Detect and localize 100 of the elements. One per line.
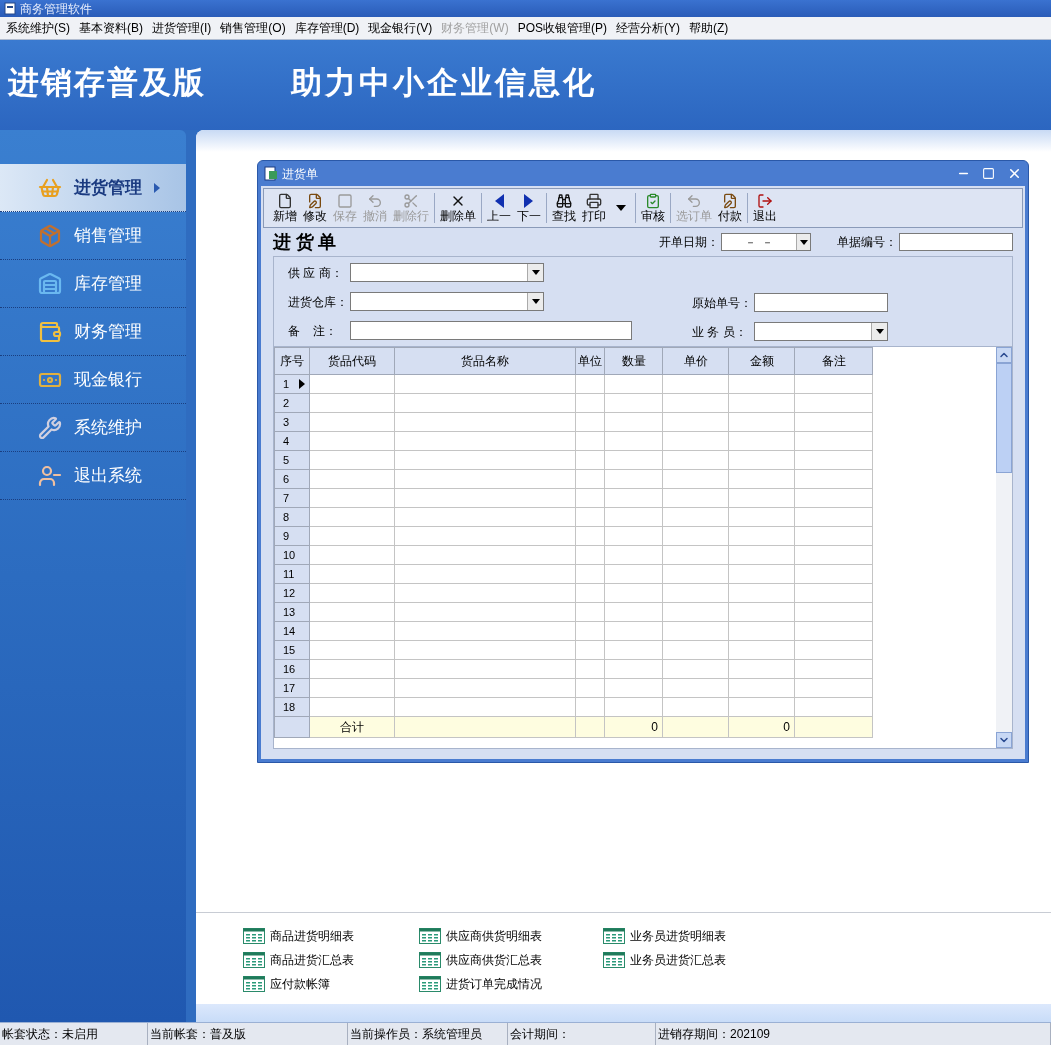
report-link[interactable]: 商品进货汇总表 xyxy=(243,951,419,969)
slogan: 助力中小企业信息化 xyxy=(291,63,597,102)
right-triangle-icon xyxy=(523,193,535,209)
menu-item[interactable]: 销售管理(O) xyxy=(220,19,286,37)
caret-icon xyxy=(875,329,884,334)
window-title: 商务管理软件 xyxy=(20,0,92,18)
current-row-icon xyxy=(299,379,305,389)
save-square-icon xyxy=(337,193,353,209)
sidebar-item[interactable]: 库存管理 xyxy=(0,260,186,308)
report-link[interactable]: 进货订单完成情况 xyxy=(419,975,603,993)
menu-item[interactable]: 系统维护(S) xyxy=(6,19,70,37)
input-field[interactable] xyxy=(754,293,888,312)
report-link[interactable]: 业务员进货明细表 xyxy=(603,927,787,945)
document-icon xyxy=(277,193,293,209)
user-minus-icon xyxy=(38,463,62,488)
field-label: 开单日期： xyxy=(659,234,719,251)
toolbar-button[interactable]: 付款 xyxy=(716,193,744,223)
field-label: 单据编号： xyxy=(837,234,897,251)
toolbar-button[interactable]: 打印 xyxy=(580,193,608,223)
total-quantity: 0 xyxy=(604,716,663,738)
left-triangle-icon xyxy=(493,193,505,209)
undo-icon xyxy=(686,193,702,209)
scissors-icon xyxy=(403,193,419,209)
exit-door-icon xyxy=(757,193,773,209)
sidebar-item[interactable]: 财务管理 xyxy=(0,308,186,356)
column-header: 货品名称 xyxy=(394,347,576,375)
binoculars-icon xyxy=(556,193,572,209)
date-field[interactable]: － － xyxy=(721,233,811,251)
report-link[interactable]: 供应商供货汇总表 xyxy=(419,951,603,969)
field-label: 备 注： xyxy=(288,322,339,340)
field-label: 原始单号： xyxy=(692,294,753,312)
printer-icon xyxy=(586,193,602,209)
field-label: 业 务 员： xyxy=(692,323,748,341)
undo-icon xyxy=(367,193,383,209)
product-name: 进销存普及版 xyxy=(8,63,207,102)
table-icon xyxy=(603,952,625,968)
wallet-icon xyxy=(38,319,62,344)
column-header: 序号 xyxy=(274,347,310,375)
window-title: 进货单 xyxy=(282,165,319,183)
dropdown-field[interactable] xyxy=(350,292,544,311)
sidebar-item[interactable]: 系统维护 xyxy=(0,404,186,452)
toolbar-button[interactable]: 下一 xyxy=(515,193,543,223)
status-text: 会计期间： xyxy=(508,1023,656,1045)
column-header: 单价 xyxy=(662,347,729,375)
status-text: 进销存期间：202109 xyxy=(656,1023,1051,1045)
field-label: 进货仓库： xyxy=(288,293,349,311)
table-icon xyxy=(243,952,265,968)
toolbar-button[interactable]: 修改 xyxy=(301,193,329,223)
caret-icon xyxy=(531,299,540,304)
sidebar-item[interactable]: 现金银行 xyxy=(0,356,186,404)
sidebar-item[interactable]: 退出系统 xyxy=(0,452,186,500)
menu-item[interactable]: 库存管理(D) xyxy=(294,19,360,37)
report-link[interactable]: 应付款帐簿 xyxy=(243,975,419,993)
total-label: 合计 xyxy=(309,716,395,738)
toolbar-button[interactable]: 退出 xyxy=(751,193,779,223)
table-icon xyxy=(419,952,441,968)
field-label: 供 应 商： xyxy=(288,264,344,282)
table-icon xyxy=(243,976,265,992)
toolbar-button[interactable]: 审核 xyxy=(639,193,667,223)
input-field[interactable] xyxy=(350,321,632,340)
toolbar-button[interactable]: 新增 xyxy=(271,193,299,223)
status-text: 当前操作员：系统管理员 xyxy=(348,1023,508,1045)
column-header: 备注 xyxy=(794,347,873,375)
check-list-icon xyxy=(645,193,661,209)
scrollbar[interactable] xyxy=(996,347,1012,748)
toolbar-button[interactable]: 查找 xyxy=(550,193,578,223)
menu-item[interactable]: 现金银行(V) xyxy=(368,19,433,37)
form-title: 进 货 单 xyxy=(273,230,337,254)
menu-item[interactable]: 经营分析(Y) xyxy=(616,19,680,37)
edit-document-icon xyxy=(722,193,738,209)
table-icon xyxy=(243,928,265,944)
toolbar-button[interactable]: 删除单 xyxy=(438,193,478,223)
arrow-icon xyxy=(154,182,160,193)
menu-item[interactable]: POS收银管理(P) xyxy=(517,19,607,37)
menu-item[interactable]: 帮助(Z) xyxy=(689,19,729,37)
table-icon xyxy=(603,928,625,944)
dropdown-field[interactable] xyxy=(350,263,544,282)
maximize-icon[interactable] xyxy=(982,167,995,180)
document-icon xyxy=(264,166,278,181)
dropdown-field[interactable] xyxy=(754,322,888,341)
column-header: 单位 xyxy=(575,347,605,375)
caret-icon[interactable] xyxy=(616,205,626,211)
wrench-icon xyxy=(38,415,62,440)
column-header: 金额 xyxy=(728,347,795,375)
warehouse-icon xyxy=(38,271,62,296)
close-icon[interactable] xyxy=(1007,166,1022,181)
sidebar-item[interactable]: 销售管理 xyxy=(0,212,186,260)
edit-document-icon xyxy=(307,193,323,209)
sidebar-item[interactable]: 进货管理 xyxy=(0,164,186,212)
report-link[interactable]: 业务员进货汇总表 xyxy=(603,951,787,969)
toolbar-button[interactable]: 上一 xyxy=(485,193,513,223)
report-link[interactable]: 商品进货明细表 xyxy=(243,927,419,945)
report-link[interactable]: 供应商供货明细表 xyxy=(419,927,603,945)
input-field[interactable] xyxy=(899,233,1013,251)
menu-item[interactable]: 基本资料(B) xyxy=(79,19,143,37)
box-icon xyxy=(38,223,62,248)
menu-item[interactable]: 进货管理(I) xyxy=(152,19,212,37)
total-amount: 0 xyxy=(728,716,795,738)
column-header: 数量 xyxy=(604,347,663,375)
table-icon xyxy=(419,976,441,992)
